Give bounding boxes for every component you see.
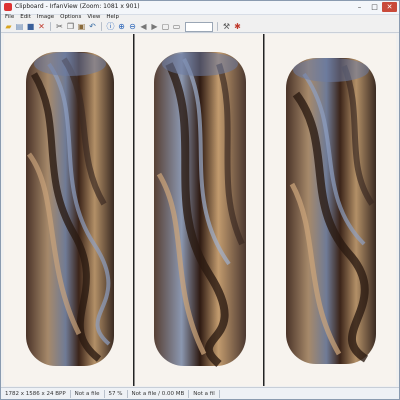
print-icon[interactable]: ▭ — [172, 22, 181, 31]
status-bar: 1782 x 1586 x 24 BPP Not a file 57 % Not… — [1, 387, 399, 399]
fit-icon[interactable]: ▢ — [161, 22, 170, 31]
window-title: Clipboard - IrfanView (Zoom: 1081 x 901) — [15, 3, 140, 10]
glass-bead-3 — [286, 58, 376, 364]
toolbar: ▰ ▤ ■ ✕ ✂ ❐ ▣ ↶ ⓘ ⊕ ⊖ ◀ ▶ ▢ ▭ ⚒ ✱ — [1, 21, 399, 33]
previous-icon[interactable]: ◀ — [139, 22, 148, 31]
save-icon[interactable]: ■ — [26, 22, 35, 31]
copy-icon[interactable]: ❐ — [66, 22, 75, 31]
minimize-button[interactable]: – — [352, 2, 367, 12]
maximize-button[interactable]: □ — [367, 2, 382, 12]
toolbar-separator — [50, 22, 51, 31]
status-image-dimensions: 1782 x 1586 x 24 BPP — [1, 389, 71, 398]
bead-photo-triptych — [4, 34, 396, 386]
menu-help[interactable]: Help — [106, 14, 119, 21]
next-icon[interactable]: ▶ — [150, 22, 159, 31]
image-viewport[interactable] — [4, 34, 396, 386]
menu-file[interactable]: File — [5, 14, 14, 21]
menu-bar: File Edit Image Options View Help — [1, 14, 400, 21]
slideshow-icon[interactable]: ▤ — [15, 22, 24, 31]
glass-bead-1 — [26, 52, 114, 366]
delete-icon[interactable]: ✕ — [37, 22, 46, 31]
menu-image[interactable]: Image — [37, 14, 54, 21]
title-bar: Clipboard - IrfanView (Zoom: 1081 x 901)… — [1, 1, 399, 15]
toolbar-separator — [217, 22, 218, 31]
glass-bead-2 — [154, 52, 246, 368]
menu-options[interactable]: Options — [60, 14, 81, 21]
settings-icon[interactable]: ⚒ — [222, 22, 231, 31]
status-file-info: Not a file — [71, 389, 105, 398]
toolbar-separator — [101, 22, 102, 31]
zoom-out-icon[interactable]: ⊖ — [128, 22, 137, 31]
menu-view[interactable]: View — [87, 14, 100, 21]
info-icon[interactable]: ⓘ — [106, 22, 115, 31]
status-file-date: Not a fil — [189, 389, 220, 398]
status-zoom: 57 % — [105, 389, 128, 398]
zoom-in-icon[interactable]: ⊕ — [117, 22, 126, 31]
status-file-size: Not a file / 0.00 MB — [128, 389, 190, 398]
undo-icon[interactable]: ↶ — [88, 22, 97, 31]
panel-divider — [133, 34, 135, 386]
close-button[interactable]: ✕ — [382, 2, 397, 12]
irfanview-app-icon — [4, 3, 12, 11]
cut-icon[interactable]: ✂ — [55, 22, 64, 31]
menu-edit[interactable]: Edit — [20, 14, 31, 21]
open-icon[interactable]: ▰ — [4, 22, 13, 31]
zoom-input[interactable] — [185, 21, 213, 32]
panel-divider — [263, 34, 265, 386]
app-window: Clipboard - IrfanView (Zoom: 1081 x 901)… — [0, 0, 400, 400]
exit-icon[interactable]: ✱ — [233, 22, 242, 31]
paste-icon[interactable]: ▣ — [77, 22, 86, 31]
